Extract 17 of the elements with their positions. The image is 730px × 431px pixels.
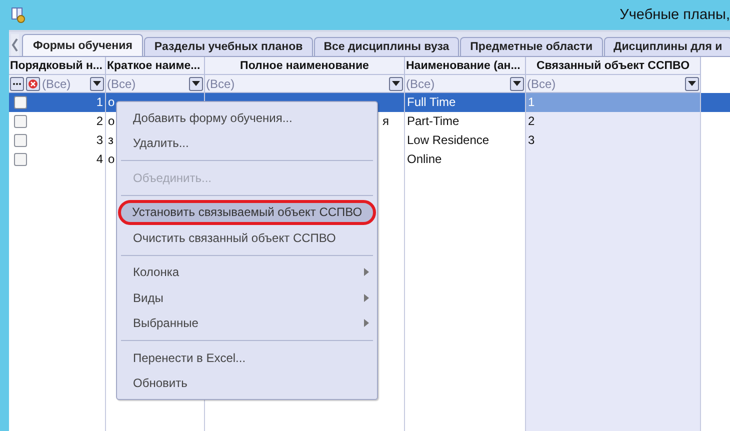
table-cell: о — [108, 95, 115, 109]
table-cell: Low Residence — [407, 133, 490, 147]
table-cell: 1 — [96, 95, 103, 109]
table-cell: з — [108, 133, 114, 147]
table-cell: Online — [407, 152, 442, 166]
table-cell: 2 — [528, 114, 535, 128]
table-cell: 4 — [96, 152, 103, 166]
table-cell: о — [108, 152, 115, 166]
table-cell: 3 — [528, 133, 535, 147]
table-cell: 3 — [96, 133, 103, 147]
table-cell: 2 — [96, 114, 103, 128]
window-title: Учебные планы, — [620, 7, 730, 23]
table-cell: я — [382, 114, 389, 128]
table-cell: Full Time — [407, 95, 456, 109]
table-cell: 1 — [528, 95, 535, 109]
table-cell: Part-Time — [407, 114, 460, 128]
table-cell: о — [108, 114, 115, 128]
